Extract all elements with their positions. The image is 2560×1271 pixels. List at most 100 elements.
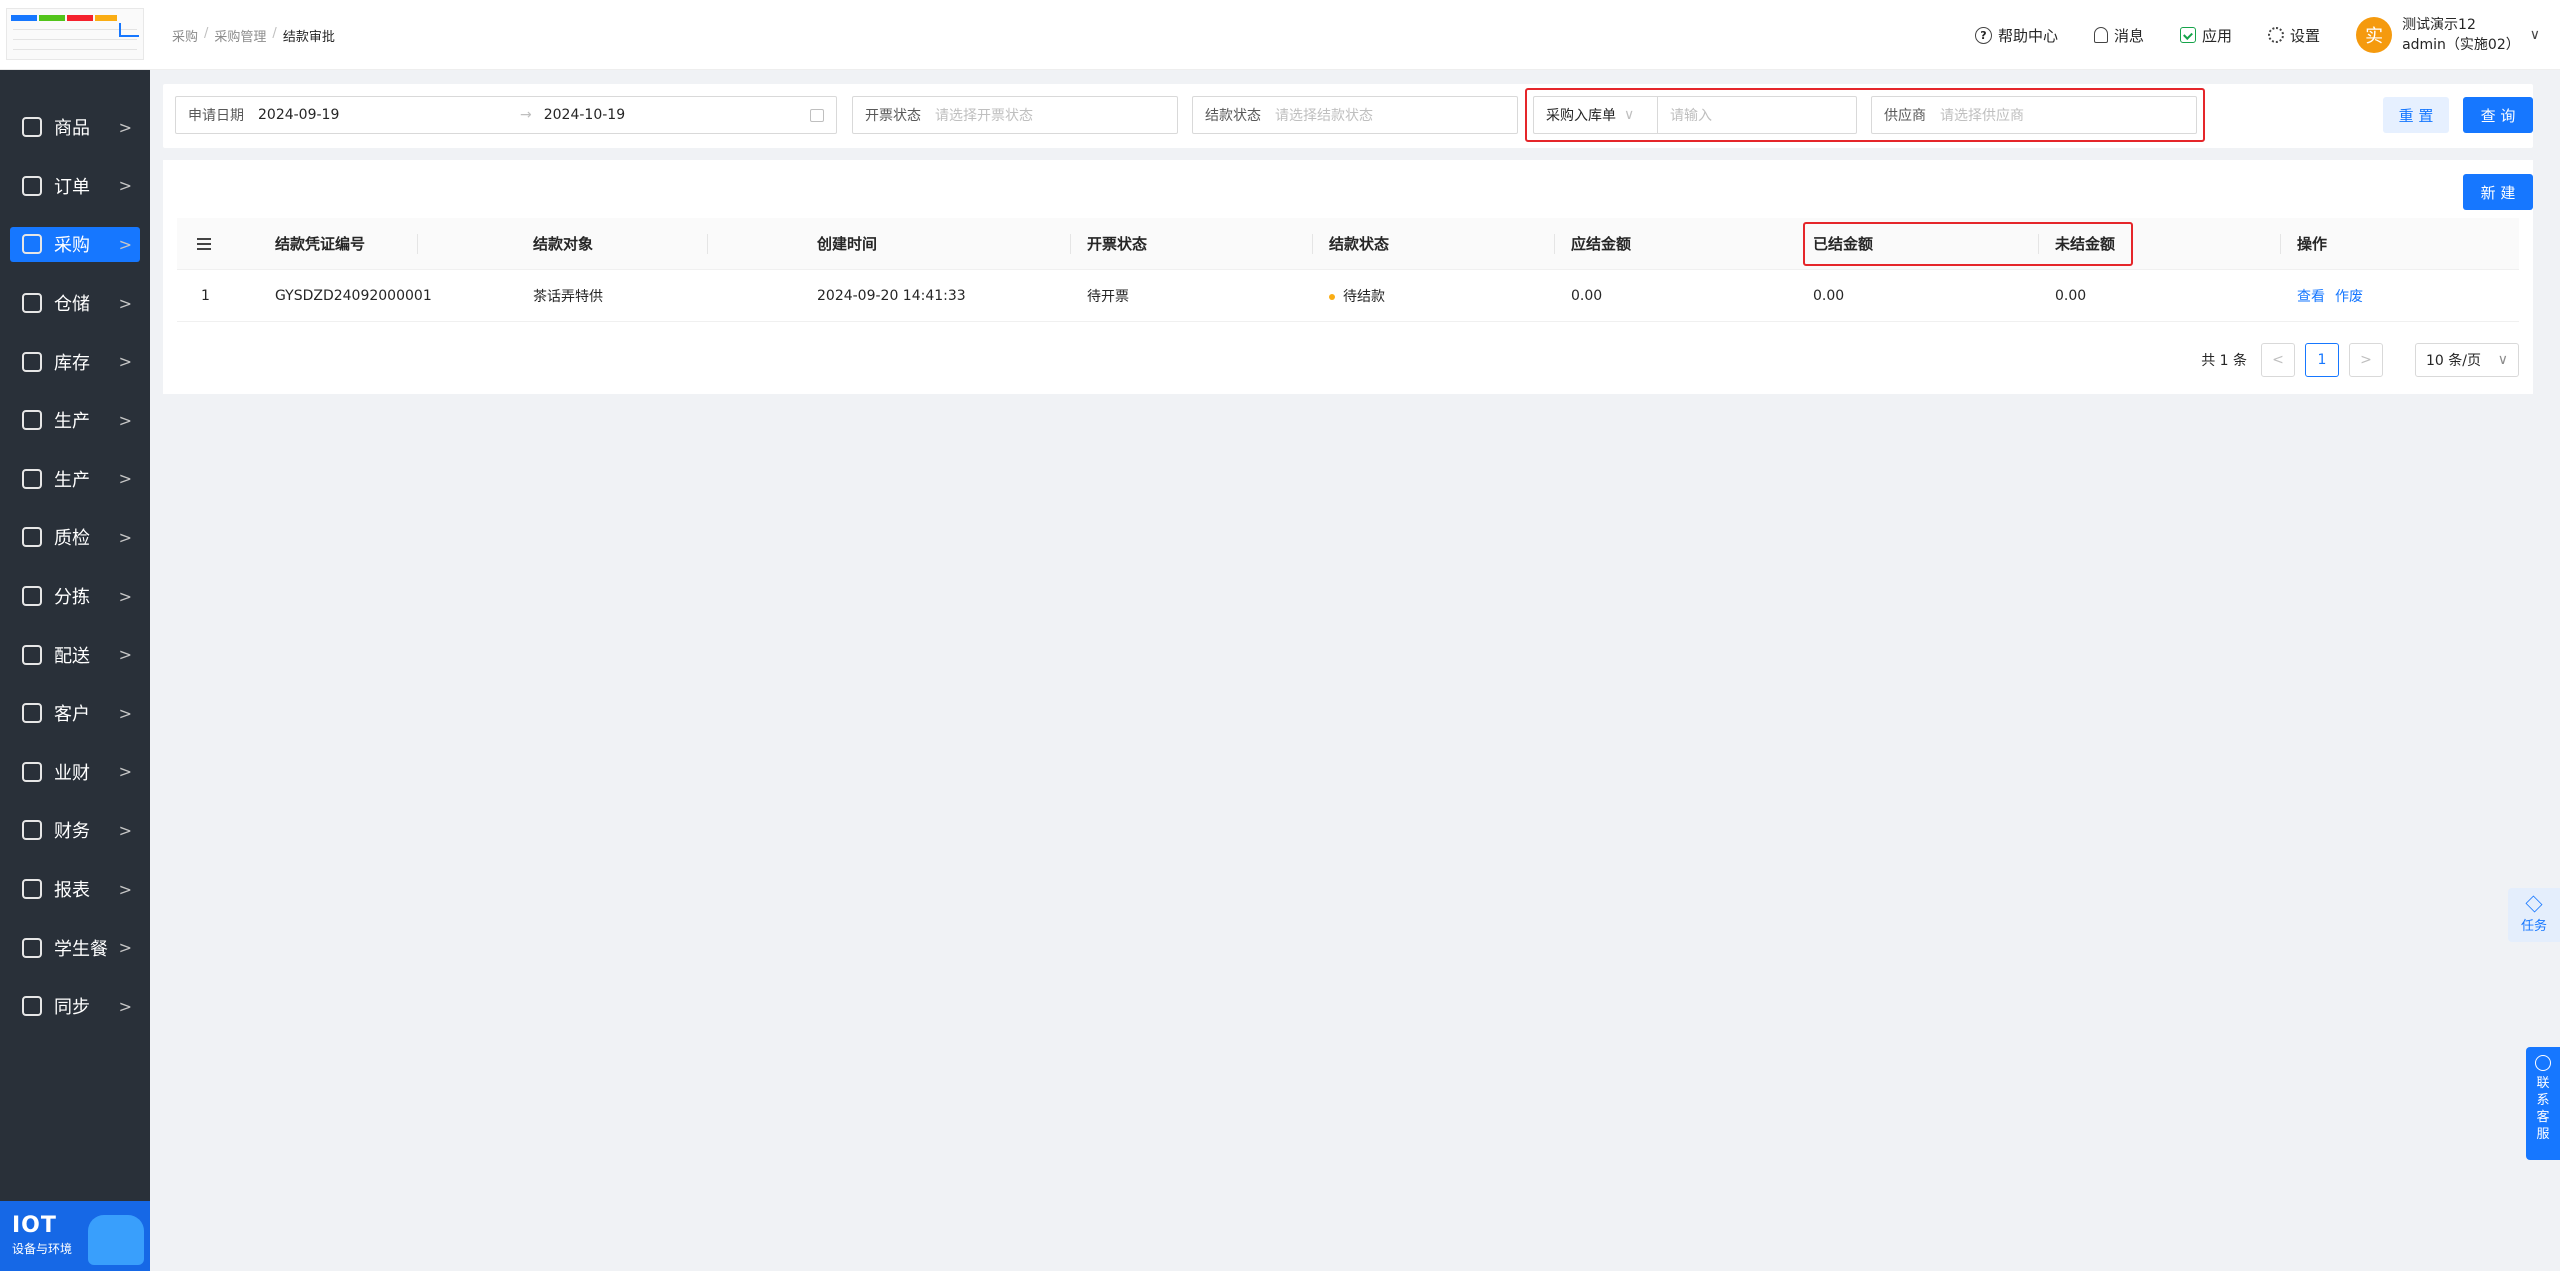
reset-button[interactable]: 重 置 xyxy=(2383,97,2449,133)
table-header: 结款凭证编号 结款对象 创建时间 开票状态 结款状态 应结金额 已结金额 未结金… xyxy=(177,218,2519,270)
invoice-status-label: 开票状态 xyxy=(865,108,921,124)
col-payable: 应结金额 xyxy=(1571,235,1632,253)
basket-icon xyxy=(22,234,42,255)
chevron-right-icon: > xyxy=(118,117,132,137)
sidebar-item-6[interactable]: 生产 > xyxy=(0,450,150,509)
settle-status-select[interactable]: 结款状态 请选择结款状态 xyxy=(1192,96,1518,134)
sidebar-item-14[interactable]: 学生餐 > xyxy=(0,918,150,977)
chevron-right-icon: > xyxy=(118,996,132,1016)
settlement-table-card: 新 建 结款凭证编号 结款对象 创建时间 开票状态 结款状态 应结金额 已结金额… xyxy=(163,160,2533,394)
column-settings-icon[interactable] xyxy=(197,238,211,250)
cell-invoice-status: 待开票 xyxy=(1087,288,1129,305)
sidebar-item-3[interactable]: 仓储 > xyxy=(0,274,150,333)
sidebar-item-0[interactable]: 商品 > xyxy=(0,98,150,157)
messages-link[interactable]: 消息 xyxy=(2094,25,2144,46)
new-button[interactable]: 新 建 xyxy=(2463,174,2533,210)
page-size-select[interactable]: 10 条/页 ∨ xyxy=(2415,343,2519,377)
settings-link[interactable]: 设置 xyxy=(2268,25,2320,46)
cell-payable: 0.00 xyxy=(1571,287,1603,304)
clock-icon xyxy=(22,879,42,900)
document-number-input[interactable]: 请输入 xyxy=(1657,96,1857,134)
column-divider xyxy=(417,234,418,254)
task-float-button[interactable]: 任务 xyxy=(2508,888,2560,942)
cell-actions: 查看 作废 xyxy=(2297,286,2373,306)
sidebar-item-11[interactable]: 业财 > xyxy=(0,743,150,802)
sidebar-item-12[interactable]: 财务 > xyxy=(0,801,150,860)
column-divider xyxy=(1312,234,1313,254)
sidebar-item-7[interactable]: 质检 > xyxy=(0,508,150,567)
sidebar-item-2[interactable]: 采购 > xyxy=(0,215,150,274)
chevron-right-icon: > xyxy=(118,176,132,196)
user-menu[interactable]: 实 测试演示12 admin（实施02） ∨ xyxy=(2356,15,2540,55)
sliders-icon xyxy=(197,238,211,250)
sidebar-item-label: 业财 xyxy=(54,762,90,784)
column-divider xyxy=(1070,234,1071,254)
sidebar-item-13[interactable]: 报表 > xyxy=(0,860,150,919)
document-type-select[interactable]: 采购入库单 ∨ xyxy=(1533,96,1659,134)
table-row[interactable]: 1 GYSDZD24092000001 茶话弄特供 2024-09-20 14:… xyxy=(177,270,2519,322)
void-link[interactable]: 作废 xyxy=(2335,289,2363,305)
truck-icon xyxy=(22,644,42,665)
app-download-icon xyxy=(2180,27,2197,43)
chevron-right-icon: > xyxy=(118,820,132,840)
chevron-down-icon: ∨ xyxy=(2529,27,2540,43)
cloud-icon xyxy=(88,1215,144,1265)
service-char: 服 xyxy=(2536,1127,2550,1142)
breadcrumb-item[interactable]: 采购 xyxy=(172,26,198,45)
arrow-right-icon: → xyxy=(520,107,532,123)
sidebar-item-label: 采购 xyxy=(54,235,90,257)
chevron-right-icon: > xyxy=(118,234,132,254)
breadcrumb: 采购 / 采购管理 / 结款审批 xyxy=(172,26,335,45)
pagination: 共 1 条 < 1 > 10 条/页 ∨ xyxy=(2201,343,2519,377)
apps-link[interactable]: 应用 xyxy=(2180,25,2232,46)
cell-code: GYSDZD24092000001 xyxy=(275,287,432,304)
sidebar-item-9[interactable]: 配送 > xyxy=(0,625,150,684)
chevron-down-icon: ∨ xyxy=(2497,352,2508,368)
breadcrumb-separator: / xyxy=(204,26,209,41)
breadcrumb-item[interactable]: 采购管理 xyxy=(214,26,266,45)
sidebar-item-4[interactable]: 库存 > xyxy=(0,332,150,391)
page-number-button[interactable]: 1 xyxy=(2305,343,2339,377)
factory-icon xyxy=(22,468,42,489)
logo-thumbnail[interactable] xyxy=(6,8,144,60)
settings-label: 设置 xyxy=(2290,26,2321,45)
meal-icon xyxy=(22,937,42,958)
date-range-picker[interactable]: 申请日期 2024-09-19 → 2024-10-19 xyxy=(175,96,837,134)
header-actions: ? 帮助中心 消息 应用 设置 实 测试演示12 admin（实施02） ∨ xyxy=(1975,0,2540,70)
supplier-label: 供应商 xyxy=(1884,108,1926,124)
stock-icon xyxy=(22,351,42,372)
sidebar-item-10[interactable]: 客户 > xyxy=(0,684,150,743)
col-invoice-status: 开票状态 xyxy=(1087,235,1148,253)
date-end-input[interactable]: 2024-10-19 xyxy=(544,107,810,123)
next-page-button[interactable]: > xyxy=(2349,343,2383,377)
task-label: 任务 xyxy=(2520,918,2547,934)
iot-banner[interactable]: IOT 设备与环境 xyxy=(0,1201,150,1271)
column-divider xyxy=(2280,234,2281,254)
date-start-input[interactable]: 2024-09-19 xyxy=(258,107,520,123)
sidebar-item-8[interactable]: 分拣 > xyxy=(0,567,150,626)
sidebar-menu: 商品 > 订单 > 采购 > 仓储 > 库存 > 生产 > 生产 > 质检 > 分拣 > 配送 > 客户 > 业财 > 财务 > 报… xyxy=(0,98,150,1036)
sidebar-item-15[interactable]: 同步 > xyxy=(0,977,150,1036)
sidebar-item-label: 分拣 xyxy=(54,587,90,609)
sidebar-item-1[interactable]: 订单 > xyxy=(0,157,150,216)
help-center-link[interactable]: ? 帮助中心 xyxy=(1975,25,2058,46)
customer-icon xyxy=(22,703,42,724)
settle-status-placeholder: 请选择结款状态 xyxy=(1275,108,1373,124)
view-link[interactable]: 查看 xyxy=(2297,289,2325,305)
service-char: 联 xyxy=(2536,1076,2550,1091)
factory-icon xyxy=(22,410,42,431)
sidebar-item-5[interactable]: 生产 > xyxy=(0,391,150,450)
prev-page-button[interactable]: < xyxy=(2261,343,2295,377)
sidebar-item-label: 财务 xyxy=(54,821,90,843)
chevron-right-icon: > xyxy=(118,645,132,665)
user-name: 测试演示12 xyxy=(2402,17,2476,33)
col-actions: 操作 xyxy=(2297,235,2328,253)
invoice-status-select[interactable]: 开票状态 请选择开票状态 xyxy=(852,96,1178,134)
supplier-select[interactable]: 供应商 请选择供应商 xyxy=(1871,96,2197,134)
question-icon: ? xyxy=(1975,26,1992,44)
customer-service-button[interactable]: 联 系 客 服 xyxy=(2526,1047,2560,1160)
calendar-icon xyxy=(810,108,824,122)
query-button[interactable]: 查 询 xyxy=(2463,97,2533,133)
sort-icon xyxy=(22,586,42,607)
clipboard-icon xyxy=(22,175,42,196)
